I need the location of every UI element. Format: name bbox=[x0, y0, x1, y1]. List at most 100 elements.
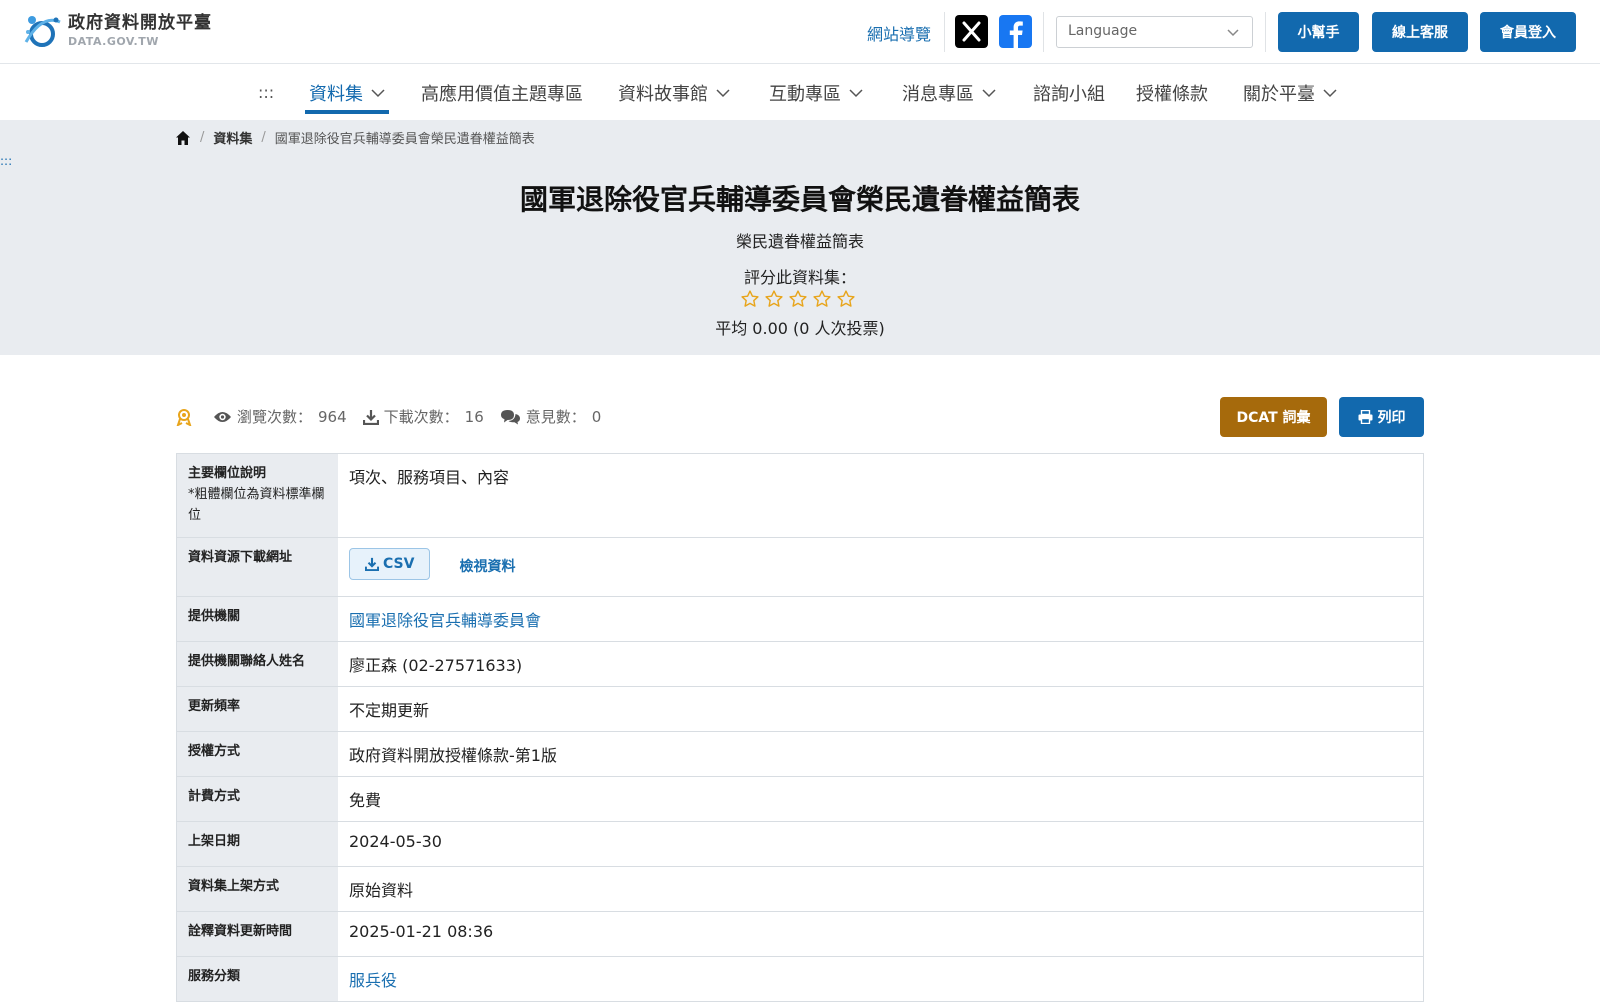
eye-icon bbox=[214, 411, 231, 422]
org-link[interactable]: 國軍退除役官兵輔導委員會 bbox=[349, 611, 541, 630]
org-value: 國軍退除役官兵輔導委員會 bbox=[338, 597, 1423, 641]
table-row: 授權方式 政府資料開放授權條款-第1版 bbox=[177, 732, 1423, 777]
rating-average: 平均 0.00 (0 人次投票) bbox=[715, 319, 885, 338]
rating-star-3[interactable] bbox=[786, 288, 810, 310]
nav-item-interactive[interactable]: 互動專區 bbox=[769, 80, 863, 106]
page-subtitle: 榮民遺眷權益簡表 bbox=[735, 232, 864, 251]
frequency-label: 更新頻率 bbox=[177, 687, 338, 731]
nav-item-advisory[interactable]: 諮詢小組 bbox=[1033, 80, 1105, 106]
star-outline-icon bbox=[813, 290, 831, 307]
logo-icon bbox=[22, 12, 64, 50]
site-header: 政府資料開放平臺 DATA.GOV.TW 網站導覽 Language 小幫手 線… bbox=[0, 0, 1600, 64]
breadcrumb-datasets[interactable]: 資料集 bbox=[213, 128, 252, 147]
publish-method-value: 原始資料 bbox=[349, 881, 414, 900]
category-label: 服務分類 bbox=[177, 957, 338, 1001]
dataset-stats: 瀏覽次數： 964 下載次數： 16 意見數： 0 bbox=[176, 406, 617, 427]
page-title: 國軍退除役官兵輔導委員會榮民遺眷權益簡表 bbox=[519, 183, 1080, 216]
rating-star-1[interactable] bbox=[738, 288, 762, 310]
facebook-logo-icon bbox=[1009, 21, 1023, 48]
rating-star-5[interactable] bbox=[834, 288, 858, 310]
chevron-down-icon bbox=[849, 89, 863, 98]
nav-item-label: 互動專區 bbox=[769, 84, 841, 105]
helper-button[interactable]: 小幫手 bbox=[1278, 12, 1359, 52]
nav-item-label: 高應用價值主題專區 bbox=[421, 84, 583, 105]
view-data-link[interactable]: 檢視資料 bbox=[460, 556, 516, 576]
fee-value: 免費 bbox=[349, 791, 382, 810]
views-label: 瀏覽次數： bbox=[237, 408, 313, 426]
contact-label: 提供機關聯絡人姓名 bbox=[177, 642, 338, 686]
print-button[interactable]: 列印 bbox=[1339, 397, 1424, 437]
org-label: 提供機關 bbox=[177, 597, 338, 641]
downloads-count: 16 bbox=[464, 407, 484, 426]
language-select-value: Language bbox=[1068, 23, 1138, 39]
sitemap-link[interactable]: 網站導覽 bbox=[867, 21, 931, 45]
comments-stat: 意見數： 0 bbox=[500, 406, 602, 427]
nav-item-license[interactable]: 授權條款 bbox=[1136, 80, 1208, 106]
dataset-hero: / 資料集 / 國軍退除役官兵輔導委員會榮民遺眷權益簡表 ::: 國軍退除役官兵… bbox=[0, 120, 1600, 355]
views-stat: 瀏覽次數： 964 bbox=[213, 406, 347, 427]
published-value: 2024-05-30 bbox=[349, 832, 442, 851]
award-medal-icon bbox=[176, 408, 192, 426]
downloads-stat: 下載次數： 16 bbox=[362, 406, 484, 427]
print-button-label: 列印 bbox=[1377, 410, 1406, 426]
language-select[interactable]: Language bbox=[1056, 16, 1253, 48]
comments-icon bbox=[500, 409, 520, 424]
site-logo[interactable]: 政府資料開放平臺 DATA.GOV.TW bbox=[22, 12, 212, 50]
license-label: 授權方式 bbox=[177, 732, 338, 776]
download-icon bbox=[365, 557, 379, 571]
printer-icon bbox=[1358, 410, 1372, 424]
star-outline-icon bbox=[741, 290, 759, 307]
csv-download-button[interactable]: CSV bbox=[349, 548, 431, 580]
row-label: 主要欄位說明 *粗體欄位為資料標準欄位 bbox=[177, 454, 338, 537]
logo-subtitle: DATA.GOV.TW bbox=[68, 35, 159, 48]
publish-method-label: 資料集上架方式 bbox=[177, 867, 338, 911]
table-row: 提供機關聯絡人姓名 廖正森 (02-27571633) bbox=[177, 642, 1423, 687]
online-support-button[interactable]: 線上客服 bbox=[1372, 12, 1468, 52]
table-row: 服務分類 服兵役 bbox=[177, 957, 1423, 1001]
header-divider bbox=[944, 12, 945, 52]
x-social-button[interactable] bbox=[955, 15, 988, 48]
comments-label: 意見數： bbox=[525, 408, 586, 426]
home-icon[interactable] bbox=[175, 130, 191, 146]
rating-label: 評分此資料集： bbox=[743, 268, 856, 287]
nav-item-stories[interactable]: 資料故事館 bbox=[618, 80, 730, 106]
nav-item-about[interactable]: 關於平臺 bbox=[1243, 80, 1337, 106]
frequency-value: 不定期更新 bbox=[349, 701, 430, 720]
comments-count: 0 bbox=[591, 407, 602, 426]
nav-anchor-dots[interactable]: ::: bbox=[258, 83, 274, 102]
fee-label: 計費方式 bbox=[177, 777, 338, 821]
table-row: 提供機關 國軍退除役官兵輔導委員會 bbox=[177, 597, 1423, 642]
nav-item-news[interactable]: 消息專區 bbox=[902, 80, 996, 106]
license-value: 政府資料開放授權條款-第1版 bbox=[349, 746, 557, 765]
download-icon bbox=[362, 409, 379, 425]
facebook-social-button[interactable] bbox=[999, 15, 1032, 48]
download-label: 資料資源下載網址 bbox=[177, 538, 338, 596]
contact-value: 廖正森 (02-27571633) bbox=[349, 656, 523, 675]
chevron-down-icon bbox=[982, 89, 996, 98]
nav-item-label: 資料故事館 bbox=[618, 84, 708, 105]
download-value: CSV 檢視資料 bbox=[338, 538, 1423, 596]
chevron-down-icon bbox=[716, 89, 730, 98]
table-row: 資料資源下載網址 CSV 檢視資料 bbox=[177, 538, 1423, 597]
category-value: 服兵役 bbox=[338, 957, 1423, 1001]
rating-stars bbox=[738, 288, 858, 310]
category-link[interactable]: 服兵役 bbox=[349, 971, 397, 990]
nav-item-datasets[interactable]: 資料集 bbox=[309, 80, 385, 106]
quality-badge bbox=[176, 408, 197, 426]
fields-value: 項次、服務項目、內容 bbox=[349, 468, 510, 487]
rating-star-4[interactable] bbox=[810, 288, 834, 310]
member-login-button[interactable]: 會員登入 bbox=[1480, 12, 1576, 52]
table-row: 資料集上架方式 原始資料 bbox=[177, 867, 1423, 912]
table-row: 更新頻率 不定期更新 bbox=[177, 687, 1423, 732]
chevron-down-icon bbox=[1323, 89, 1337, 98]
nav-item-high-value[interactable]: 高應用價值主題專區 bbox=[421, 80, 583, 106]
chevron-down-icon bbox=[1227, 29, 1239, 37]
table-row: 詮釋資料更新時間 2025-01-21 08:36 bbox=[177, 912, 1423, 957]
x-logo-icon bbox=[962, 21, 981, 42]
nav-item-label: 關於平臺 bbox=[1243, 84, 1315, 105]
dcat-vocabulary-button[interactable]: DCAT 詞彙 bbox=[1220, 397, 1327, 437]
content-anchor[interactable]: ::: bbox=[0, 154, 12, 168]
rating-star-2[interactable] bbox=[762, 288, 786, 310]
header-divider bbox=[1043, 12, 1044, 52]
metadata-updated-value: 2025-01-21 08:36 bbox=[349, 922, 494, 941]
